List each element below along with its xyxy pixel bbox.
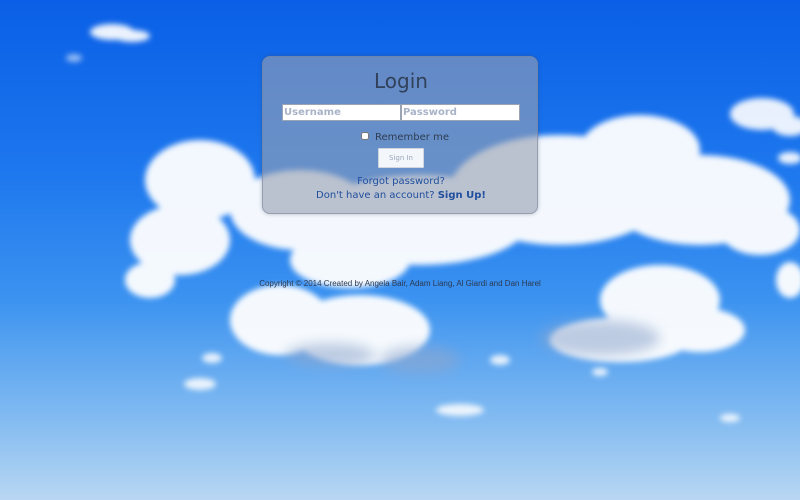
signup-row: Don't have an account? Sign Up! (263, 190, 539, 201)
login-panel: Login Remember me Sign In Forgot passwor… (262, 56, 538, 214)
remember-me-row: Remember me (361, 129, 449, 143)
login-title: Login (374, 69, 428, 93)
signup-prompt: Don't have an account? (316, 190, 438, 201)
remember-me-checkbox[interactable] (361, 132, 369, 140)
sign-up-link[interactable]: Sign Up! (438, 190, 486, 201)
remember-me-label[interactable]: Remember me (375, 132, 449, 143)
copyright-footer: Copyright © 2014 Created by Angela Bair,… (259, 279, 541, 288)
sign-in-button[interactable]: Sign In (378, 148, 424, 168)
username-input[interactable] (282, 104, 401, 121)
password-input[interactable] (401, 104, 520, 121)
forgot-password-link[interactable]: Forgot password? (263, 176, 539, 187)
